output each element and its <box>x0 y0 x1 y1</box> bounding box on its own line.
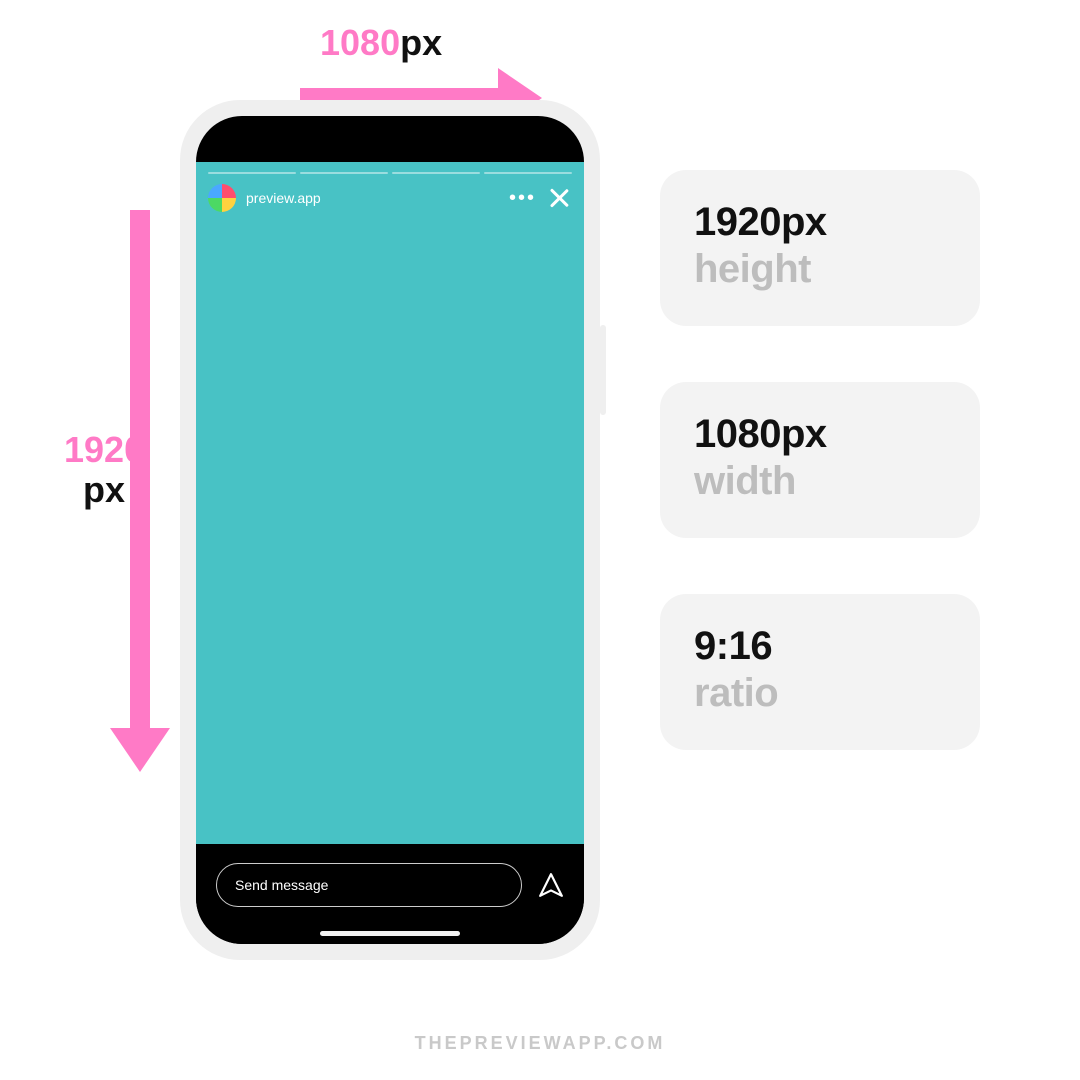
close-icon[interactable] <box>546 185 572 211</box>
send-message-placeholder: Send message <box>235 877 328 893</box>
story-username[interactable]: preview.app <box>246 190 321 206</box>
card-value: 1920px <box>694 200 946 245</box>
info-cards: 1920px height 1080px width 9:16 ratio <box>660 170 980 750</box>
card-height: 1920px height <box>660 170 980 326</box>
send-message-input[interactable]: Send message <box>216 863 522 907</box>
arrow-head-down-icon <box>110 728 170 772</box>
width-value: 1080 <box>320 22 400 63</box>
progress-segment <box>392 172 480 174</box>
height-arrow <box>120 210 160 770</box>
card-label: width <box>694 459 946 504</box>
story-header: preview.app ••• <box>208 184 572 212</box>
phone-notch <box>290 116 490 148</box>
card-label: height <box>694 247 946 292</box>
avatar[interactable] <box>208 184 236 212</box>
card-label: ratio <box>694 671 946 716</box>
width-dimension-label: 1080px <box>320 22 442 64</box>
progress-segment <box>300 172 388 174</box>
card-ratio: 9:16 ratio <box>660 594 980 750</box>
story-viewport: preview.app ••• <box>196 162 584 844</box>
story-progress-bars <box>208 172 572 174</box>
card-value: 1080px <box>694 412 946 457</box>
card-value: 9:16 <box>694 624 946 669</box>
phone-mockup: preview.app ••• Send message <box>180 100 600 960</box>
arrow-shaft <box>130 210 150 730</box>
more-options-icon[interactable]: ••• <box>509 188 536 208</box>
progress-segment <box>484 172 572 174</box>
story-bottom-bar: Send message <box>196 844 584 944</box>
phone-screen: preview.app ••• Send message <box>196 116 584 944</box>
card-width: 1080px width <box>660 382 980 538</box>
home-indicator <box>320 931 460 936</box>
send-icon[interactable] <box>538 872 564 898</box>
footer-watermark: THEPREVIEWAPP.COM <box>0 1033 1080 1054</box>
width-unit: px <box>400 22 442 63</box>
progress-segment <box>208 172 296 174</box>
